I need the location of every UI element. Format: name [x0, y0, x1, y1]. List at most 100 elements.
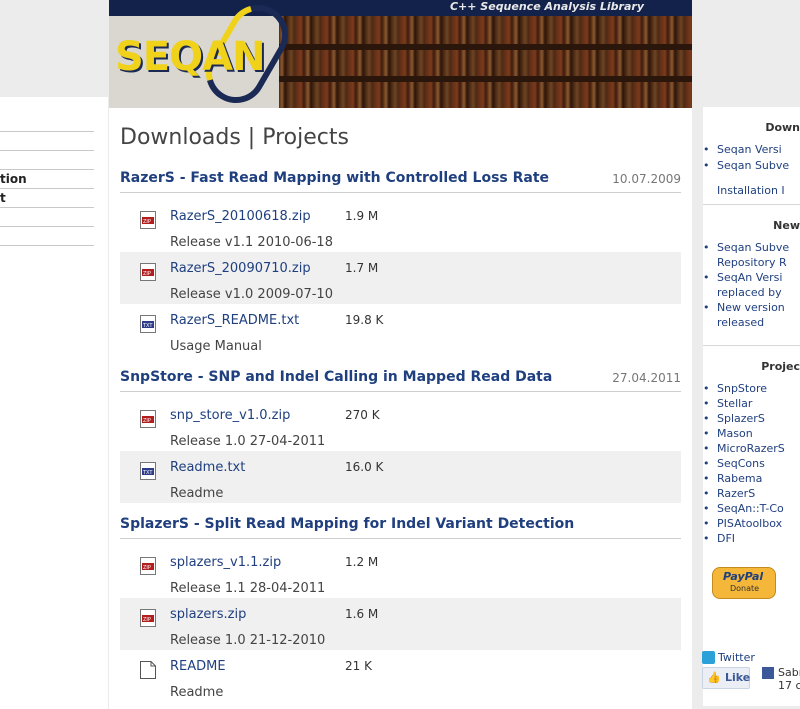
seqan-logo[interactable]: SEQAN: [115, 34, 266, 80]
downloads-link[interactable]: Seqan Subve: [717, 159, 789, 172]
project-date: 27.04.2011: [612, 371, 681, 385]
project-link[interactable]: PISAtoolbox: [717, 517, 782, 530]
news-item[interactable]: Seqan Subve: [717, 241, 789, 254]
news-item[interactable]: New version: [717, 301, 785, 314]
download-row: ZIP RazerS_20090710.zip 1.7 M Release v1…: [120, 252, 681, 304]
file-description: Readme: [170, 685, 224, 700]
file-link[interactable]: snp_store_v1.0.zip: [170, 408, 290, 423]
left-nav-item[interactable]: [0, 131, 94, 151]
twitter-link[interactable]: Twitter: [718, 651, 755, 664]
file-link[interactable]: Readme.txt: [170, 460, 245, 475]
twitter-icon: [702, 651, 715, 664]
right-sidebar: Down • Seqan Versi • Seqan Subve Installat…: [692, 97, 800, 709]
news-item[interactable]: SeqAn Versi: [717, 271, 782, 284]
like-label: Like: [725, 671, 751, 684]
file-size: 1.9 M: [345, 209, 379, 223]
file-size: 1.6 M: [345, 607, 379, 621]
header-strip: C++ Sequence Analysis Library: [109, 0, 692, 16]
svg-text:ZIP: ZIP: [143, 617, 151, 623]
zip-icon: ZIP: [140, 410, 156, 428]
news-item-cont: released: [717, 316, 765, 329]
file-link[interactable]: README: [170, 659, 226, 674]
project-link[interactable]: SeqAn::T-Co: [717, 502, 784, 515]
file-size: 1.7 M: [345, 261, 379, 275]
svg-text:ZIP: ZIP: [143, 565, 151, 571]
download-row: TXT RazerS_README.txt 19.8 K Usage Manua…: [120, 304, 681, 356]
project-link[interactable]: SnpStore: [717, 382, 767, 395]
facebook-friend-count: 17 c: [778, 679, 800, 692]
news-heading: New: [773, 219, 800, 232]
downloads-box: Down • Seqan Versi • Seqan Subve Installat…: [703, 107, 800, 205]
file-size: 16.0 K: [345, 460, 384, 474]
file-link[interactable]: RazerS_20090710.zip: [170, 261, 311, 276]
file-description: Release 1.0 27-04-2011: [170, 434, 326, 449]
left-nav-item[interactable]: [0, 208, 94, 227]
news-box: New • Seqan Subve Repository R • SeqAn Ver…: [703, 205, 800, 345]
zip-icon: ZIP: [140, 609, 156, 627]
projects-heading: Projec: [761, 360, 800, 373]
facebook-friend-text: Sabri 17 c: [778, 666, 800, 692]
svg-text:TXT: TXT: [142, 323, 153, 329]
left-nav: tion t: [0, 131, 94, 246]
project-link[interactable]: SplazerS: [717, 412, 765, 425]
news-item-cont: Repository R: [717, 256, 787, 269]
download-row: ZIP RazerS_20100618.zip 1.9 M Release v1…: [120, 200, 681, 252]
project-link[interactable]: DFI: [717, 532, 735, 545]
file-size: 270 K: [345, 408, 380, 422]
project-header-splazers: SplazerS - Split Read Mapping for Indel …: [120, 516, 681, 539]
txt-icon: TXT: [140, 462, 156, 480]
zip-icon: ZIP: [140, 557, 156, 575]
file-description: Release v1.1 2010-06-18: [170, 235, 333, 250]
project-link[interactable]: Rabema: [717, 472, 762, 485]
project-link[interactable]: MicroRazerS: [717, 442, 785, 455]
donate-label: Donate: [730, 584, 760, 593]
left-nav-item[interactable]: [0, 227, 94, 246]
paypal-donate-button[interactable]: PayPal Donate: [712, 567, 776, 599]
svg-text:ZIP: ZIP: [143, 219, 151, 225]
project-title[interactable]: RazerS - Fast Read Mapping with Controll…: [120, 170, 549, 186]
downloads-link[interactable]: Seqan Versi: [717, 143, 782, 156]
file-link[interactable]: splazers_v1.1.zip: [170, 555, 281, 570]
bookshelf-banner-image: [269, 16, 692, 108]
left-nav-item[interactable]: tion: [0, 170, 94, 189]
paypal-brand: PayPal: [723, 570, 764, 583]
svg-text:ZIP: ZIP: [143, 271, 151, 277]
zip-icon: ZIP: [140, 263, 156, 281]
txt-icon: TXT: [140, 315, 156, 333]
project-title[interactable]: SnpStore - SNP and Indel Calling in Mapp…: [120, 369, 552, 385]
file-link[interactable]: RazerS_20100618.zip: [170, 209, 311, 224]
svg-text:ZIP: ZIP: [143, 418, 151, 424]
file-size: 1.2 M: [345, 555, 379, 569]
download-row: ZIP splazers.zip 1.6 M Release 1.0 21-12…: [120, 598, 681, 650]
file-link[interactable]: RazerS_README.txt: [170, 313, 299, 328]
svg-text:TXT: TXT: [142, 470, 153, 476]
zip-icon: ZIP: [140, 211, 156, 229]
project-title[interactable]: SplazerS - Split Read Mapping for Indel …: [120, 516, 574, 532]
tagline: C++ Sequence Analysis Library: [449, 0, 644, 13]
file-link[interactable]: splazers.zip: [170, 607, 246, 622]
project-link[interactable]: Mason: [717, 427, 753, 440]
page-title: Downloads | Projects: [120, 125, 349, 150]
file-size: 19.8 K: [345, 313, 384, 327]
project-link[interactable]: SeqCons: [717, 457, 765, 470]
download-row: TXT Readme.txt 16.0 K Readme: [120, 451, 681, 503]
main-content: Downloads | Projects RazerS - Fast Read …: [109, 108, 692, 709]
project-date: 10.07.2009: [612, 172, 681, 186]
left-sidebar: tion t: [0, 97, 108, 709]
download-row: ZIP splazers_v1.1.zip 1.2 M Release 1.1 …: [120, 546, 681, 598]
project-link[interactable]: RazerS: [717, 487, 755, 500]
file-size: 21 K: [345, 659, 372, 673]
installation-link[interactable]: Installation I: [717, 184, 785, 197]
download-row: ZIP snp_store_v1.0.zip 270 K Release 1.0…: [120, 399, 681, 451]
file-description: Usage Manual: [170, 339, 262, 354]
project-link[interactable]: Stellar: [717, 397, 752, 410]
left-nav-item[interactable]: t: [0, 189, 94, 208]
file-description: Release v1.0 2009-07-10: [170, 287, 333, 302]
facebook-friend-name: Sabri: [778, 666, 800, 679]
facebook-like-button[interactable]: 👍 Like: [702, 667, 750, 689]
file-description: Readme: [170, 486, 224, 501]
downloads-heading: Down: [765, 121, 800, 134]
project-header-snpstore: SnpStore - SNP and Indel Calling in Mapp…: [120, 369, 681, 392]
left-nav-item[interactable]: [0, 151, 94, 170]
download-row: README 21 K Readme: [120, 650, 681, 702]
